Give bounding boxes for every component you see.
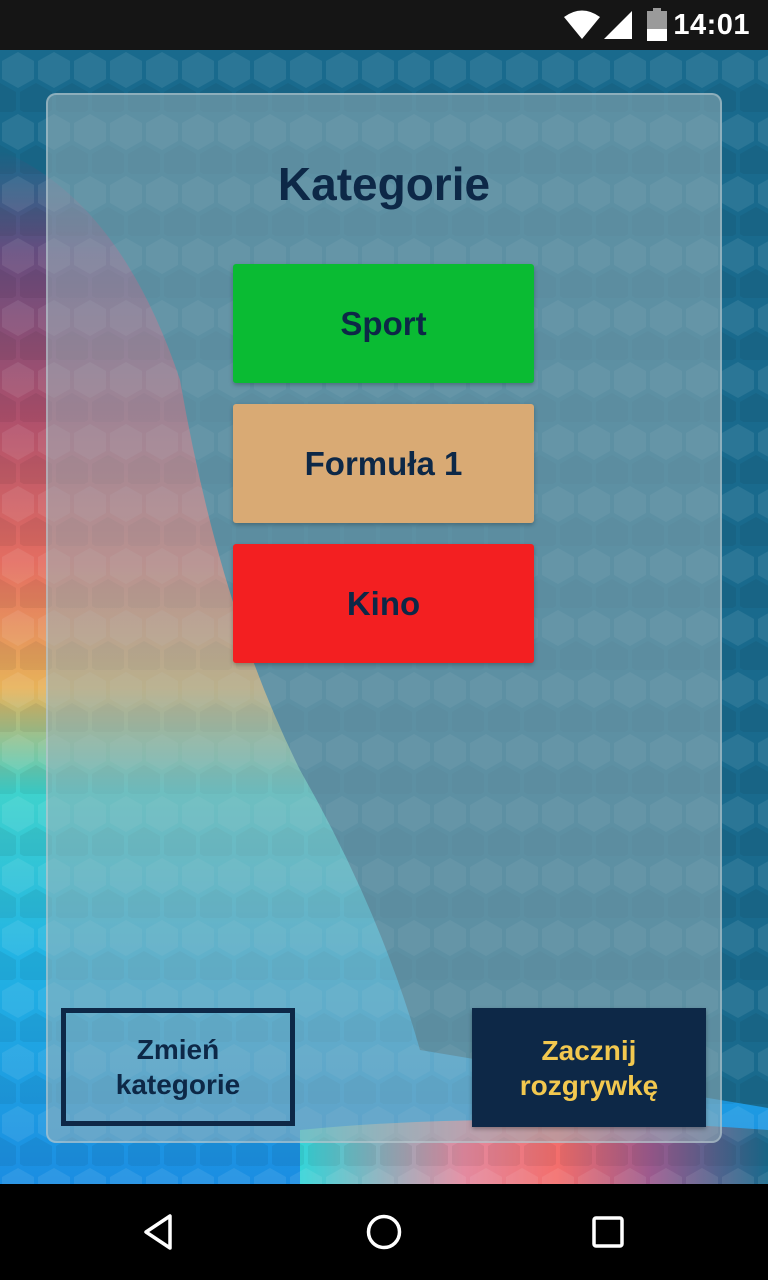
- navigation-bar: [0, 1184, 768, 1280]
- recents-button[interactable]: [580, 1204, 636, 1260]
- recents-icon: [592, 1216, 624, 1248]
- category-button-formula-1[interactable]: Formuła 1: [233, 404, 534, 523]
- status-bar: 14:01: [0, 0, 768, 50]
- back-button[interactable]: [132, 1204, 188, 1260]
- category-label: Formuła 1: [304, 444, 463, 482]
- back-icon: [144, 1214, 172, 1250]
- change-category-label-line2: kategorie: [115, 1069, 241, 1100]
- category-label: Sport: [340, 304, 427, 342]
- battery-icon: [647, 8, 667, 41]
- app-screen: 14:01 Kategorie Sport Formuła 1 Kino Zmi…: [0, 0, 768, 1280]
- home-icon: [366, 1214, 402, 1250]
- page-title: Kategorie: [277, 158, 491, 210]
- change-category-button[interactable]: Zmień kategorie: [61, 1008, 295, 1126]
- start-game-button[interactable]: Zacznij rozgrywkę: [472, 1008, 706, 1127]
- change-category-label-line1: Zmień: [136, 1034, 220, 1065]
- wifi-icon: [564, 10, 600, 39]
- home-button[interactable]: [356, 1204, 412, 1260]
- cellular-signal-icon: [604, 11, 632, 39]
- category-button-sport[interactable]: Sport: [233, 264, 534, 383]
- status-time: 14:01: [673, 9, 750, 41]
- category-button-kino[interactable]: Kino: [233, 544, 534, 663]
- category-label: Kino: [346, 584, 421, 622]
- start-game-label-line2: rozgrywkę: [519, 1069, 659, 1101]
- start-game-label-line1: Zacznij: [541, 1034, 637, 1066]
